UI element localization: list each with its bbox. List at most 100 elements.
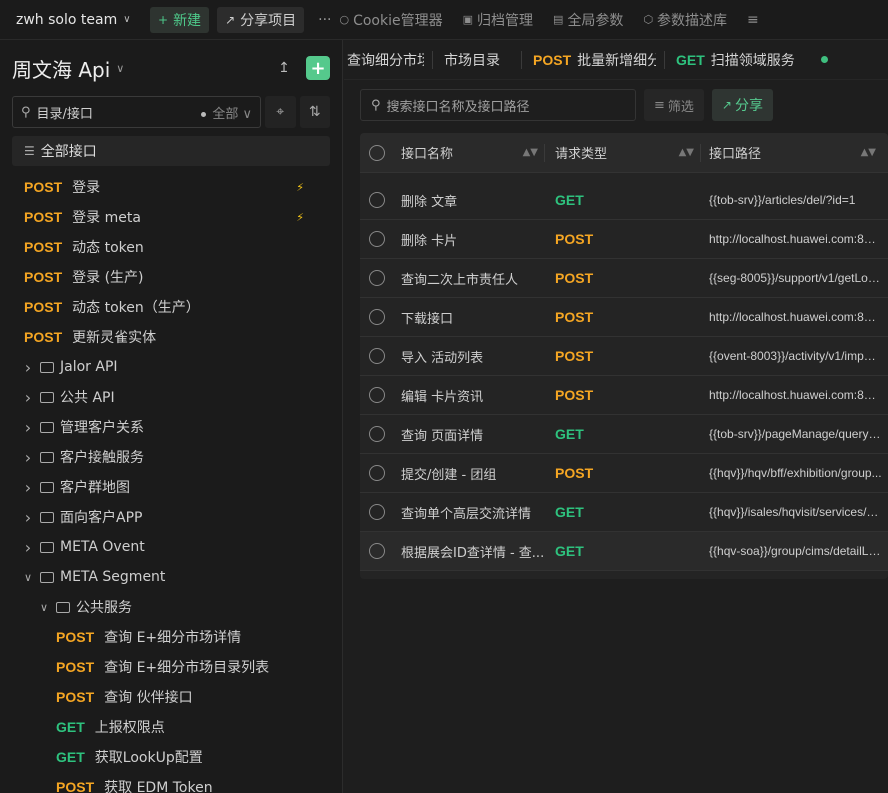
chevron-right-icon[interactable]: › [20,388,36,407]
chevron-right-icon[interactable]: › [20,478,36,497]
more-icon[interactable]: ··· [318,12,331,28]
table-row[interactable]: 删除 卡片 POST http://localhost.huawei.com:800… [360,220,888,259]
method-badge: GET [555,426,584,442]
share-icon: ↗ [225,12,236,27]
row-checkbox[interactable] [369,348,385,364]
row-checkbox[interactable] [369,231,385,247]
sidebar-folder-item[interactable]: › 客户接触服务 [0,442,342,472]
all-apis-item[interactable]: ☰ 全部接口 [12,136,330,166]
sidebar-folder-item[interactable]: ∨ META Segment [0,562,342,592]
sidebar-api-item[interactable]: GET 上报权限点 [0,712,342,742]
sidebar-folder-item[interactable]: › 公共 API [0,382,342,412]
col-path-label: 接口路径 [709,147,762,162]
table-row[interactable]: 下载接口 POST http://localhost.huawei.com:800.… [360,298,888,337]
select-all-checkbox[interactable] [369,144,385,161]
tab-divider [521,50,522,69]
sidebar-api-item[interactable]: GET 获取LookUp配置 [0,742,342,772]
sidebar-api-item[interactable]: POST 登录 (生产) [0,262,342,292]
table-row[interactable]: 查询 页面详情 GET {{tob-srv}}/pageManage/queryBy… [360,415,888,454]
sidebar-folder-item[interactable]: › META Ovent [0,532,342,562]
col-type-header[interactable]: 请求类型 ▲▼ [551,143,701,162]
sidebar-folder-item[interactable]: › 客户群地图 [0,472,342,502]
method-badge: GET [56,719,85,735]
method-badge: GET [676,51,705,68]
sidebar-api-item[interactable]: POST 登录 ⚡ [0,172,342,202]
tab-item[interactable]: GET 扫描领域服务 [673,40,813,79]
table-row[interactable]: 提交/创建 - 团组 POST {{hqv}}/hqv/bff/exhibition… [360,454,888,493]
row-checkbox[interactable] [369,543,385,559]
chevron-right-icon[interactable]: › [20,508,36,527]
project-title[interactable]: 周文海 Api [12,54,110,83]
share-project-button[interactable]: ↗ 分享项目 [217,6,305,33]
sidebar-folder-item[interactable]: › 面向客户APP [0,502,342,532]
scope-filter[interactable]: 全部 ∨ [201,103,252,122]
table-row[interactable]: 编辑 卡片资讯 POST http://localhost.huawei.com:8… [360,376,888,415]
table-row[interactable]: 根据展会ID查详情 - 查... GET {{hqv-soa}}/group/cim… [360,532,888,571]
row-checkbox[interactable] [369,270,385,286]
row-checkbox[interactable] [369,465,385,481]
sidebar-api-item[interactable]: POST 获取 EDM Token [0,772,342,793]
chevron-right-icon[interactable]: › [20,418,36,437]
sort-icon[interactable]: ▲▼ [861,147,876,158]
sidebar-folder-item[interactable]: ∨ 公共服务 [0,592,342,622]
sidebar-api-item[interactable]: POST 查询 E+细分市场详情 [0,622,342,652]
method-badge: GET [56,749,85,765]
api-name-cell: 删除 卡片 [401,233,458,249]
table-row[interactable]: 导入 活动列表 POST {{ovent-8003}}/activity/v1/im… [360,337,888,376]
row-checkbox[interactable] [369,426,385,442]
sidebar-api-item[interactable]: POST 查询 伙伴接口 [0,682,342,712]
cube-icon: ⬡ [643,13,654,26]
sort-icon[interactable]: ⇅ [299,96,330,128]
import-icon[interactable]: ↥ [272,56,296,80]
global-params-link[interactable]: ▤ 全局参数 [553,10,623,30]
chevron-right-icon[interactable]: › [20,448,36,467]
sidebar-api-item[interactable]: POST 动态 token [0,232,342,262]
cookie-manager-link[interactable]: ○ Cookie管理器 [339,10,442,30]
param-desc-link[interactable]: ⬡ 参数描述库 [643,10,727,30]
col-type-label: 请求类型 [555,147,608,162]
collapse-icon[interactable]: ≡ [747,12,759,28]
row-checkbox[interactable] [369,504,385,520]
col-name-header[interactable]: 接口名称 ▲▼ [401,143,551,162]
add-button[interactable]: + [306,56,330,80]
sort-icon[interactable]: ▲▼ [523,147,538,158]
tab-item[interactable]: POST 批量新增细分 [530,40,656,79]
api-search-input[interactable]: ⚲ 搜索接口名称及接口路径 [360,89,636,121]
col-path-header[interactable]: 接口路径 ▲▼ [701,143,888,162]
tab-label: 市场目录 [444,52,500,69]
sort-icon[interactable]: ▲▼ [679,147,694,158]
row-checkbox[interactable] [369,192,385,208]
row-checkbox[interactable] [369,309,385,325]
new-button[interactable]: + 新建 [150,6,210,33]
chevron-down-icon[interactable]: ∨ [36,601,52,614]
share-button[interactable]: ↗ 分享 [711,89,773,121]
sidebar-api-item[interactable]: POST 更新灵雀实体 [0,322,342,352]
chevron-down-icon[interactable]: ∨ [20,571,36,584]
sidebar-folder-item[interactable]: › 管理客户关系 [0,412,342,442]
tab-item[interactable]: 市场目录 [441,40,513,79]
sidebar-api-item[interactable]: POST 登录 meta ⚡ [0,202,342,232]
filter-button[interactable]: ≡ 筛选 [644,89,704,121]
tab-item[interactable]: 查询细分市场 [344,40,424,79]
table-row[interactable]: 删除 文章 GET {{tob-srv}}/articles/del/?id=1 [360,181,888,220]
table-row[interactable]: 查询二次上市责任人 POST {{seg-8005}}/support/v1/get… [360,259,888,298]
folder-icon [40,541,54,553]
row-checkbox[interactable] [369,387,385,403]
locate-icon[interactable]: ⌖ [265,96,296,128]
team-switcher[interactable]: zwh solo team ∨ [0,12,150,28]
folder-label: 公共服务 [76,600,132,616]
api-search-placeholder: 搜索接口名称及接口路径 [386,99,530,115]
chevron-right-icon[interactable]: › [20,538,36,557]
archive-icon: ▣ [462,13,474,26]
chevron-right-icon[interactable]: › [20,358,36,377]
sidebar-folder-item[interactable]: › Jalor API [0,352,342,382]
sidebar-api-item[interactable]: POST 查询 E+细分市场目录列表 [0,652,342,682]
table-row[interactable]: 查询单个高层交流详情 GET {{hqv}}/isales/hqvisit/serv… [360,493,888,532]
api-name-cell: 删除 文章 [401,194,458,210]
sidebar-search-row: ⚲ 目录/接口 全部 ∨ ⌖ ⇅ [12,96,330,128]
chevron-down-icon[interactable]: ∨ [116,62,124,75]
archive-link[interactable]: ▣ 归档管理 [463,10,533,30]
chevron-down-icon: ∨ [123,14,131,25]
sidebar-api-item[interactable]: POST 动态 token（生产） [0,292,342,322]
sidebar-search-input[interactable]: ⚲ 目录/接口 全部 ∨ [12,96,261,128]
